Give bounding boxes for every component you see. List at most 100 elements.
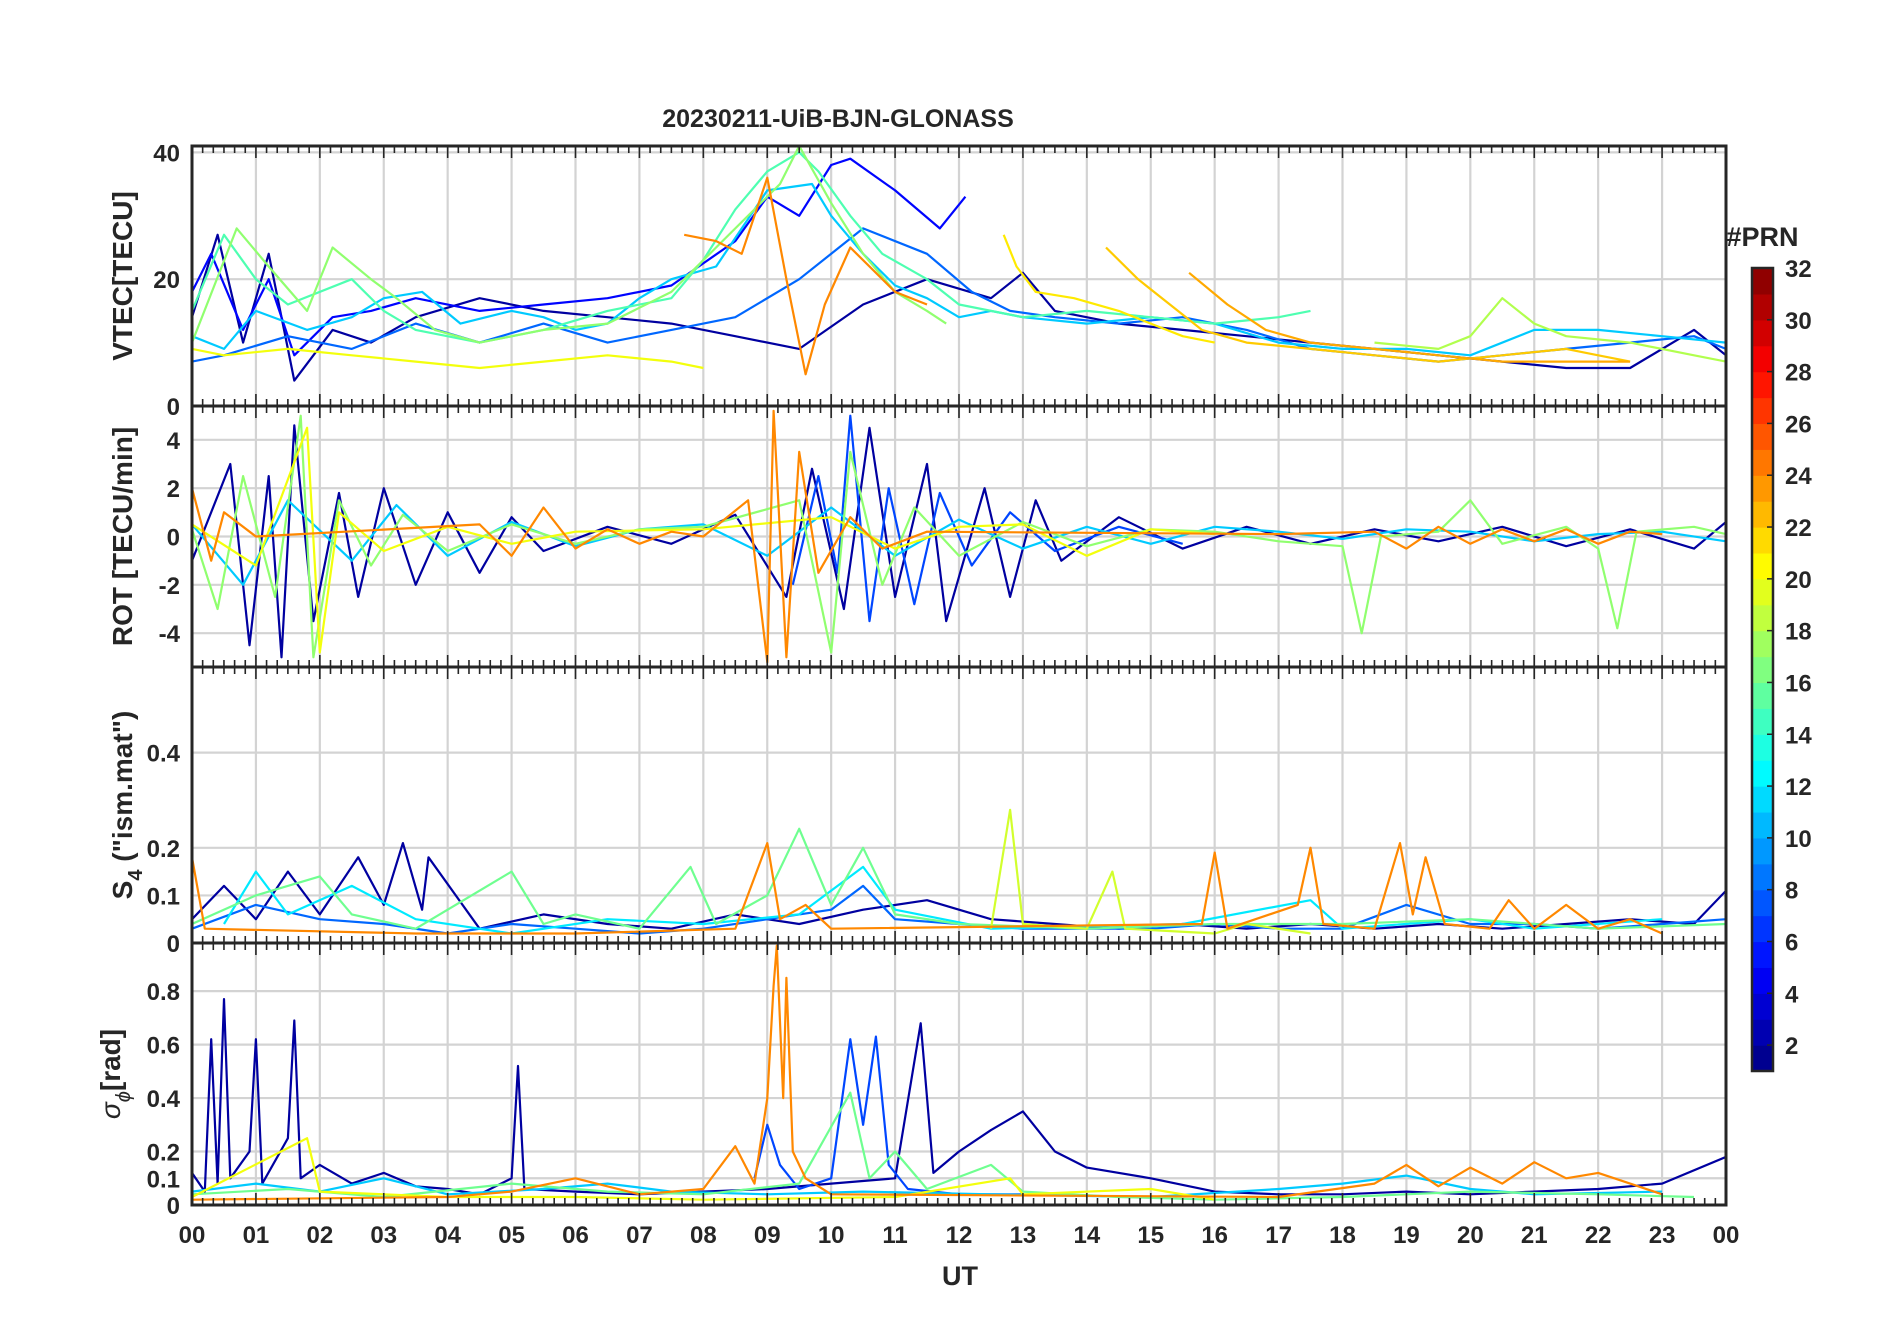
colorbar-tick-label: 14 xyxy=(1785,722,1812,749)
y-tick-label: 0.8 xyxy=(147,979,180,1006)
colorbar-segment xyxy=(1752,811,1773,839)
colorbar-segment xyxy=(1752,837,1773,865)
series-line-prn-22 xyxy=(1105,246,1631,363)
colorbar-segment xyxy=(1752,345,1773,373)
colorbar-segment xyxy=(1752,889,1773,917)
colorbar: 2468101214161820222426283032#PRN xyxy=(1726,222,1812,1073)
y-tick-label: 0.4 xyxy=(147,1086,181,1113)
colorbar-segment xyxy=(1752,915,1773,943)
colorbar-segment xyxy=(1752,656,1773,684)
panel-rot: -4 -2 0 2 4 ROT [TECU/min] xyxy=(107,404,1728,669)
colorbar-segment xyxy=(1752,552,1773,580)
x-tick-label: 05 xyxy=(498,1222,525,1249)
x-tick-label: 03 xyxy=(370,1222,397,1249)
x-tick-label: 01 xyxy=(243,1222,270,1249)
x-tick-label: 00 xyxy=(179,1222,206,1249)
colorbar-tick-label: 30 xyxy=(1785,308,1812,335)
colorbar-tick-label: 32 xyxy=(1785,256,1812,283)
colorbar-segment xyxy=(1752,1019,1773,1046)
x-tick-label: 20 xyxy=(1457,1222,1484,1249)
y-axis-label: VTEC[TECU] xyxy=(107,191,138,361)
x-axis-label: UT xyxy=(942,1261,978,1291)
colorbar-segment xyxy=(1752,630,1773,658)
colorbar-segment xyxy=(1752,786,1773,813)
y-tick-label: 0 xyxy=(167,1193,180,1220)
colorbar-segment xyxy=(1752,708,1773,735)
x-tick-label: 21 xyxy=(1521,1222,1548,1249)
colorbar-tick-label: 10 xyxy=(1785,826,1812,853)
colorbar-segment xyxy=(1752,501,1773,528)
panel-vtec: 0 20 40 VTEC[TECU] xyxy=(107,140,1728,421)
x-tick-label: 08 xyxy=(690,1222,717,1249)
y-tick-label: -4 xyxy=(159,621,181,648)
colorbar-tick-label: 26 xyxy=(1785,411,1812,438)
y-tick-label: 0.1 xyxy=(147,1166,180,1193)
colorbar-tick-label: 22 xyxy=(1785,515,1812,542)
series-line-prn-24 xyxy=(192,944,1663,1201)
series-line-prn-16 xyxy=(192,1091,1695,1201)
panel-sigma_phi: 00.10.2 0.4 0.6 0.8 σϕ[rad] xyxy=(95,941,1728,1220)
colorbar-tick-label: 12 xyxy=(1785,774,1812,801)
x-tick-label: 19 xyxy=(1393,1222,1420,1249)
y-axis-label: ROT [TECU/min] xyxy=(107,427,138,646)
y-tick-label: 2 xyxy=(167,476,180,503)
x-tick-label: 00 xyxy=(1713,1222,1740,1249)
colorbar-segment xyxy=(1752,760,1773,787)
x-tick-label: 10 xyxy=(818,1222,845,1249)
x-tick-label: 14 xyxy=(1073,1222,1100,1249)
y-tick-label: 0 xyxy=(167,931,180,958)
colorbar-tick-label: 2 xyxy=(1785,1033,1798,1060)
colorbar-segment xyxy=(1752,1045,1773,1072)
x-tick-label: 22 xyxy=(1585,1222,1612,1249)
colorbar-segment xyxy=(1752,863,1773,891)
series-line-prn-7 xyxy=(753,1035,1023,1196)
y-tick-label: 4 xyxy=(167,428,181,455)
y-tick-label: 0.6 xyxy=(147,1033,180,1060)
y-tick-label: 0.4 xyxy=(147,741,181,768)
colorbar-segment xyxy=(1752,993,1773,1020)
colorbar-tick-label: 28 xyxy=(1785,360,1812,387)
colorbar-segment xyxy=(1752,423,1773,450)
colorbar-segment xyxy=(1752,449,1773,476)
colorbar-segment xyxy=(1752,319,1773,347)
y-tick-label: 0.2 xyxy=(147,1140,180,1167)
colorbar-segment xyxy=(1752,967,1773,994)
series-line-prn-15 xyxy=(192,151,1311,344)
y-tick-label: -2 xyxy=(159,573,180,600)
x-tick-label: 07 xyxy=(626,1222,653,1249)
y-tick-label: 0.1 xyxy=(147,883,180,910)
colorbar-label: #PRN xyxy=(1726,222,1798,252)
colorbar-tick-label: 20 xyxy=(1785,567,1812,594)
colorbar-tick-label: 4 xyxy=(1785,981,1799,1008)
colorbar-tick-label: 18 xyxy=(1785,619,1812,646)
x-axis: 00 01 02 03 04 05 06 07 08 09 10 11 12 13 14 15 16 17 18 19… xyxy=(179,1222,1740,1249)
x-tick-label: 02 xyxy=(306,1222,333,1249)
y-axis-label: σϕ[rad] xyxy=(95,1029,135,1119)
colorbar-segment xyxy=(1752,397,1773,425)
colorbar-segment xyxy=(1752,475,1773,502)
y-tick-label: 20 xyxy=(153,267,180,294)
x-tick-label: 13 xyxy=(1010,1222,1037,1249)
x-tick-label: 18 xyxy=(1329,1222,1356,1249)
figure: 20230211-UiB-BJN-GLONASS 02040VTEC[TECU]… xyxy=(95,105,1812,1291)
colorbar-tick-label: 6 xyxy=(1785,929,1798,956)
x-tick-label: 04 xyxy=(434,1222,461,1249)
panels: 02040VTEC[TECU]-4-2024ROT [TECU/min]00.1… xyxy=(95,140,1728,1220)
x-tick-label: 06 xyxy=(562,1222,589,1249)
colorbar-tick-label: 16 xyxy=(1785,670,1812,697)
y-tick-label: 0 xyxy=(167,394,180,421)
y-tick-label: 0.2 xyxy=(147,836,180,863)
colorbar-segment xyxy=(1752,604,1773,632)
y-axis-label: S4 ("ism.mat") xyxy=(107,711,147,900)
x-tick-label: 09 xyxy=(754,1222,781,1249)
panel-s4: 0 0.1 0.2 0.4S4 ("ism.mat") xyxy=(107,665,1728,958)
colorbar-segment xyxy=(1752,268,1773,295)
x-tick-label: 16 xyxy=(1201,1222,1228,1249)
x-tick-label: 23 xyxy=(1649,1222,1676,1249)
colorbar-segment xyxy=(1752,527,1773,554)
chart-title: 20230211-UiB-BJN-GLONASS xyxy=(662,105,1014,133)
colorbar-tick-label: 8 xyxy=(1785,878,1798,905)
y-tick-label: 0 xyxy=(167,525,180,552)
colorbar-segment xyxy=(1752,578,1773,606)
colorbar-segment xyxy=(1752,293,1773,321)
